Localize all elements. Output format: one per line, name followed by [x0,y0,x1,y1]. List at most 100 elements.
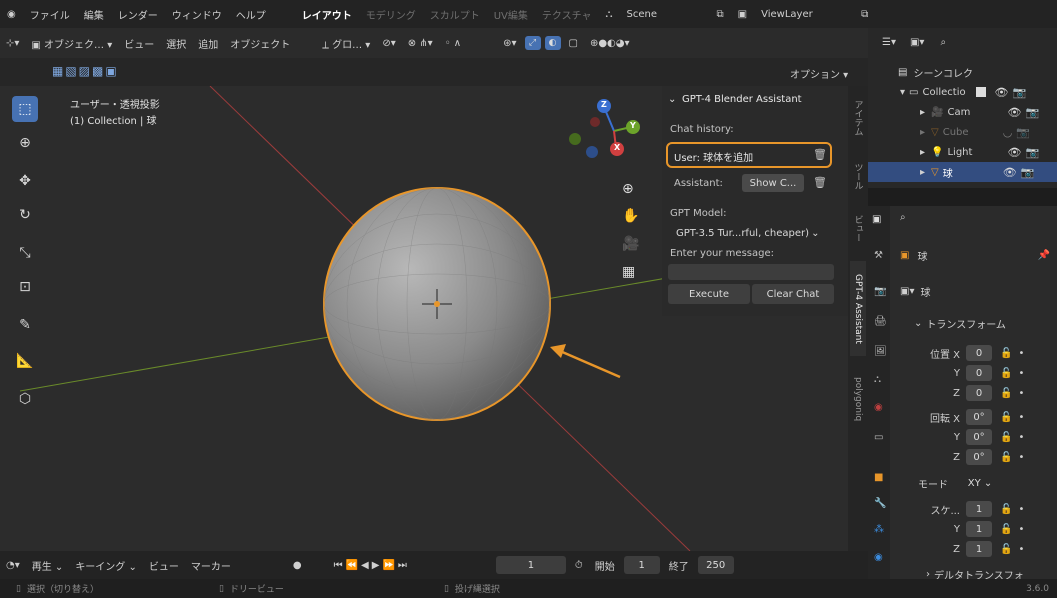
gizmo-toggle-icon[interactable]: ⤢ [524,36,541,50]
expand-arrow-icon[interactable]: ▾ [900,87,905,98]
keyframe-dot-icon[interactable]: • [1018,432,1024,443]
measure-tool-icon[interactable]: 📐 [12,348,38,374]
visibility-icon[interactable]: ⊛▾ [497,38,522,49]
camera-icon[interactable]: 📷 [1021,166,1035,179]
model-dropdown[interactable]: GPT-3.5 Tur...rful, cheaper) ⌄ [670,224,834,242]
playback-menu[interactable]: 再生 ⌄ [26,558,70,573]
keyframe-dot-icon[interactable]: • [1018,544,1024,555]
object-name[interactable]: 球 [917,248,927,263]
view-menu[interactable]: ビュー [143,558,185,573]
add-cube-tool-icon[interactable]: ⬡ [12,386,38,412]
outliner-row-sphere[interactable]: ▸ ▽ 球 👁 📷 [868,162,1057,182]
keying-menu[interactable]: キーイング ⌄ [69,558,143,573]
keyframe-dot-icon[interactable]: • [1018,524,1024,535]
menu-render[interactable]: レンダー [111,7,165,22]
editor-type-icon[interactable]: ⊹▾ [0,38,25,49]
menu-add[interactable]: 追加 [192,36,224,51]
select-box-tool-icon[interactable]: ⬚ [12,96,38,122]
stopwatch-icon[interactable]: ⏱ [569,560,589,571]
options-dropdown[interactable]: オプション ▾ [790,66,848,81]
blender-logo-icon[interactable]: ◉ [0,9,23,20]
record-icon[interactable]: ● [287,560,308,571]
perspective-toggle-icon[interactable]: ▦ [622,264,635,280]
gizmo-x-label[interactable]: X [614,143,620,152]
pivot-icon[interactable]: ⊘▾ [376,38,401,49]
transform-tool-icon[interactable]: ⊡ [12,274,38,300]
expand-arrow-icon[interactable]: ▸ [920,147,925,158]
menu-file[interactable]: ファイル [23,7,77,22]
expand-arrow-icon[interactable]: ▸ [920,107,925,118]
keyframe-dot-icon[interactable]: • [1018,348,1024,359]
properties-search-icon[interactable]: ⌕ [900,212,906,223]
scene-selector[interactable]: Scene [620,9,710,20]
snap-icon[interactable]: ⊗ ⋔▾ [402,38,439,49]
expand-arrow-icon[interactable]: ▸ [920,167,925,178]
transform-section-header[interactable]: ⌄ トランスフォーム [900,314,1050,332]
lock-icon[interactable]: 🔓 [1000,504,1012,515]
overlay-toggle-icon[interactable]: ◐ [544,36,561,50]
playback-controls-icon[interactable]: ⏮⏪◀▶⏩⏭ [328,560,416,571]
object-tab-icon[interactable]: ■ [874,472,883,483]
scale-x-field[interactable]: 1 [966,501,992,517]
current-frame-field[interactable]: 1 [495,556,566,574]
pan-hand-icon[interactable]: ✋ [622,208,639,224]
camera-view-icon[interactable]: 🎥 [622,236,639,252]
rotation-mode-dropdown[interactable]: XY ⌄ [962,475,998,491]
rotation-y-field[interactable]: 0° [966,429,992,445]
output-tab-icon[interactable]: 🖨 [874,316,887,327]
location-x-field[interactable]: 0 [966,345,992,361]
outliner-row-cube[interactable]: ▸ ▽ Cube ◡ 📷 [868,122,1057,142]
camera-icon[interactable]: 📷 [1025,106,1039,119]
marker-menu[interactable]: マーカー [185,558,237,573]
scene-icon[interactable]: ⛬ [599,9,620,20]
collection-tab-icon[interactable]: ▭ [874,432,883,443]
clear-chat-button[interactable]: Clear Chat [752,284,834,304]
location-y-field[interactable]: 0 [966,365,992,381]
mode-selector[interactable]: ▣ オブジェク… ▾ [25,36,118,51]
show-code-button[interactable]: Show C... [742,174,804,192]
scene-tab-icon[interactable]: ⛬ [874,374,881,385]
camera-icon[interactable]: 📷 [1012,86,1026,99]
scale-z-field[interactable]: 1 [966,541,992,557]
tab-uv-editing[interactable]: UV編集 [487,7,535,22]
eye-icon[interactable]: 👁 [994,86,1008,99]
lock-icon[interactable]: 🔓 [1000,368,1012,379]
gizmo-y-label[interactable]: Y [630,121,636,130]
properties-type-icon[interactable]: ▣ [872,214,881,225]
tab-polygoniq[interactable]: polygoniq [850,369,866,429]
menu-object[interactable]: オブジェクト [224,36,296,51]
delete-message-icon[interactable]: 🗑 [813,148,827,161]
expand-arrow-icon[interactable]: ▸ [920,127,925,138]
menu-select[interactable]: 選択 [160,36,192,51]
panel-collapse-icon[interactable]: ⌄ [668,94,676,105]
tab-view[interactable]: ビュー [850,210,866,246]
physics-tab-icon[interactable]: ◉ [874,552,883,563]
tool-tab-icon[interactable]: ⚒ [874,250,883,261]
lock-icon[interactable]: 🔓 [1000,348,1012,359]
location-z-field[interactable]: 0 [966,385,992,401]
keyframe-dot-icon[interactable]: • [1018,452,1024,463]
move-tool-icon[interactable]: ✥ [12,168,38,194]
checkbox-icon[interactable] [976,87,987,97]
mesh-data-icon[interactable]: ▣▾ [900,286,914,297]
proportional-edit-icon[interactable]: ◦ ∧ [439,38,467,49]
cursor-tool-icon[interactable]: ⊕ [12,130,38,156]
render-tab-icon[interactable]: 📷 [874,286,886,297]
lock-icon[interactable]: 🔓 [1000,544,1012,555]
viewlayer-copy-icon[interactable]: ⧉ [854,9,875,20]
shading-modes[interactable]: ⊕●◐◕▾ [584,38,636,49]
keyframe-dot-icon[interactable]: • [1018,388,1024,399]
outliner-row-scene[interactable]: ▤ シーンコレク [868,62,1057,82]
outliner-display-icon[interactable]: ☰▾ [882,37,896,48]
eye-closed-icon[interactable]: ◡ [1003,126,1013,139]
transform-orientation[interactable]: ⟂ グロ… ▾ [316,36,376,51]
lock-icon[interactable]: 🔓 [1000,524,1012,535]
camera-icon[interactable]: 📷 [1016,126,1030,139]
menu-help[interactable]: ヘルプ [229,7,273,22]
camera-icon[interactable]: 📷 [1025,146,1039,159]
select-mode-icons[interactable]: ▦▧▨▩▣ [52,64,119,78]
outliner-row-light[interactable]: ▸ 💡 Light 👁 📷 [868,142,1057,162]
scale-y-field[interactable]: 1 [966,521,992,537]
timeline-editor-icon[interactable]: ◔▾ [0,560,26,571]
message-input[interactable] [668,264,834,280]
